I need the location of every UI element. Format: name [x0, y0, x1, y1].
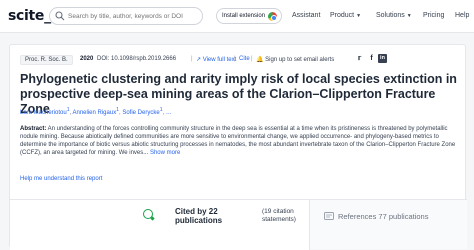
- search-icon: [55, 11, 65, 21]
- abstract: Abstract: An understanding of the forces…: [20, 125, 460, 157]
- view-full-text-link[interactable]: ↗ View full text: [196, 56, 236, 63]
- nav-solutions-label: Solutions: [376, 12, 405, 19]
- nav-help[interactable]: Help: [455, 12, 469, 19]
- email-alerts-button[interactable]: 🔔 Sign up to set email alerts: [256, 56, 334, 63]
- nav-solutions[interactable]: Solutions ▼: [376, 12, 412, 19]
- cited-by-label: Cited by 22 publications: [175, 207, 223, 225]
- cite-link[interactable]: Cite: [239, 56, 250, 62]
- nav-product-label: Product: [330, 12, 355, 19]
- nav-product[interactable]: Product ▼: [330, 12, 361, 19]
- twitter-icon[interactable]: 𝕣: [355, 54, 364, 63]
- nav-assistant[interactable]: Assistant: [292, 12, 320, 19]
- citation-statements-count: (19 citation statements): [262, 208, 296, 223]
- abstract-label: Abstract:: [20, 126, 47, 132]
- author-list: Lara Macheriotou1, Annelien Rigaux1, Sof…: [20, 107, 172, 116]
- help-understand-link[interactable]: Help me understand this report: [20, 176, 102, 182]
- journal-badge: Proc. R. Soc. B.: [20, 55, 73, 65]
- chrome-icon: [268, 12, 277, 21]
- email-alerts-label: Sign up to set email alerts: [265, 57, 335, 63]
- search-box[interactable]: [49, 7, 203, 25]
- author-link[interactable]: Lara Macheriotou1: [20, 107, 69, 116]
- divider: |: [191, 56, 193, 62]
- bell-icon: 🔔: [256, 57, 264, 63]
- search-input[interactable]: [68, 10, 198, 23]
- chevron-down-icon: ▼: [356, 13, 362, 19]
- doi-text: DOI: 10.1098/rspb.2019.2666: [97, 56, 177, 62]
- top-navigation-bar: scite_ Install extension Assistant Produ…: [0, 0, 474, 33]
- quote-icon: [143, 209, 153, 219]
- author-link[interactable]: Annelien Rigaux1: [73, 107, 119, 116]
- tab-references[interactable]: References 77 publications: [310, 200, 467, 250]
- install-extension-button[interactable]: Install extension: [216, 8, 282, 24]
- tab-cited-by[interactable]: Cited by 22 publications (19 citation st…: [10, 200, 310, 250]
- divider: |: [234, 56, 236, 62]
- citation-tabs: Cited by 22 publications (19 citation st…: [10, 199, 467, 250]
- view-full-text-label: View full text: [202, 57, 237, 63]
- install-extension-label: Install extension: [222, 13, 266, 19]
- abstract-text: An understanding of the forces controlli…: [20, 126, 456, 156]
- facebook-icon[interactable]: f: [367, 54, 376, 63]
- nav-pricing[interactable]: Pricing: [423, 12, 444, 19]
- linkedin-icon[interactable]: in: [378, 54, 387, 63]
- author-link[interactable]: Sofie Derycke1: [122, 107, 162, 116]
- more-authors-link[interactable]: …: [166, 110, 172, 116]
- show-more-link[interactable]: Show more: [150, 150, 180, 156]
- scite-logo[interactable]: scite_: [8, 8, 51, 24]
- divider: |: [251, 56, 253, 62]
- publication-year: 2020: [80, 56, 94, 62]
- references-label: References 77 publications: [338, 212, 429, 221]
- references-icon: [324, 212, 334, 220]
- chevron-down-icon: ▼: [406, 13, 412, 19]
- paper-card: Proc. R. Soc. B. 2020 DOI: 10.1098/rspb.…: [9, 44, 467, 250]
